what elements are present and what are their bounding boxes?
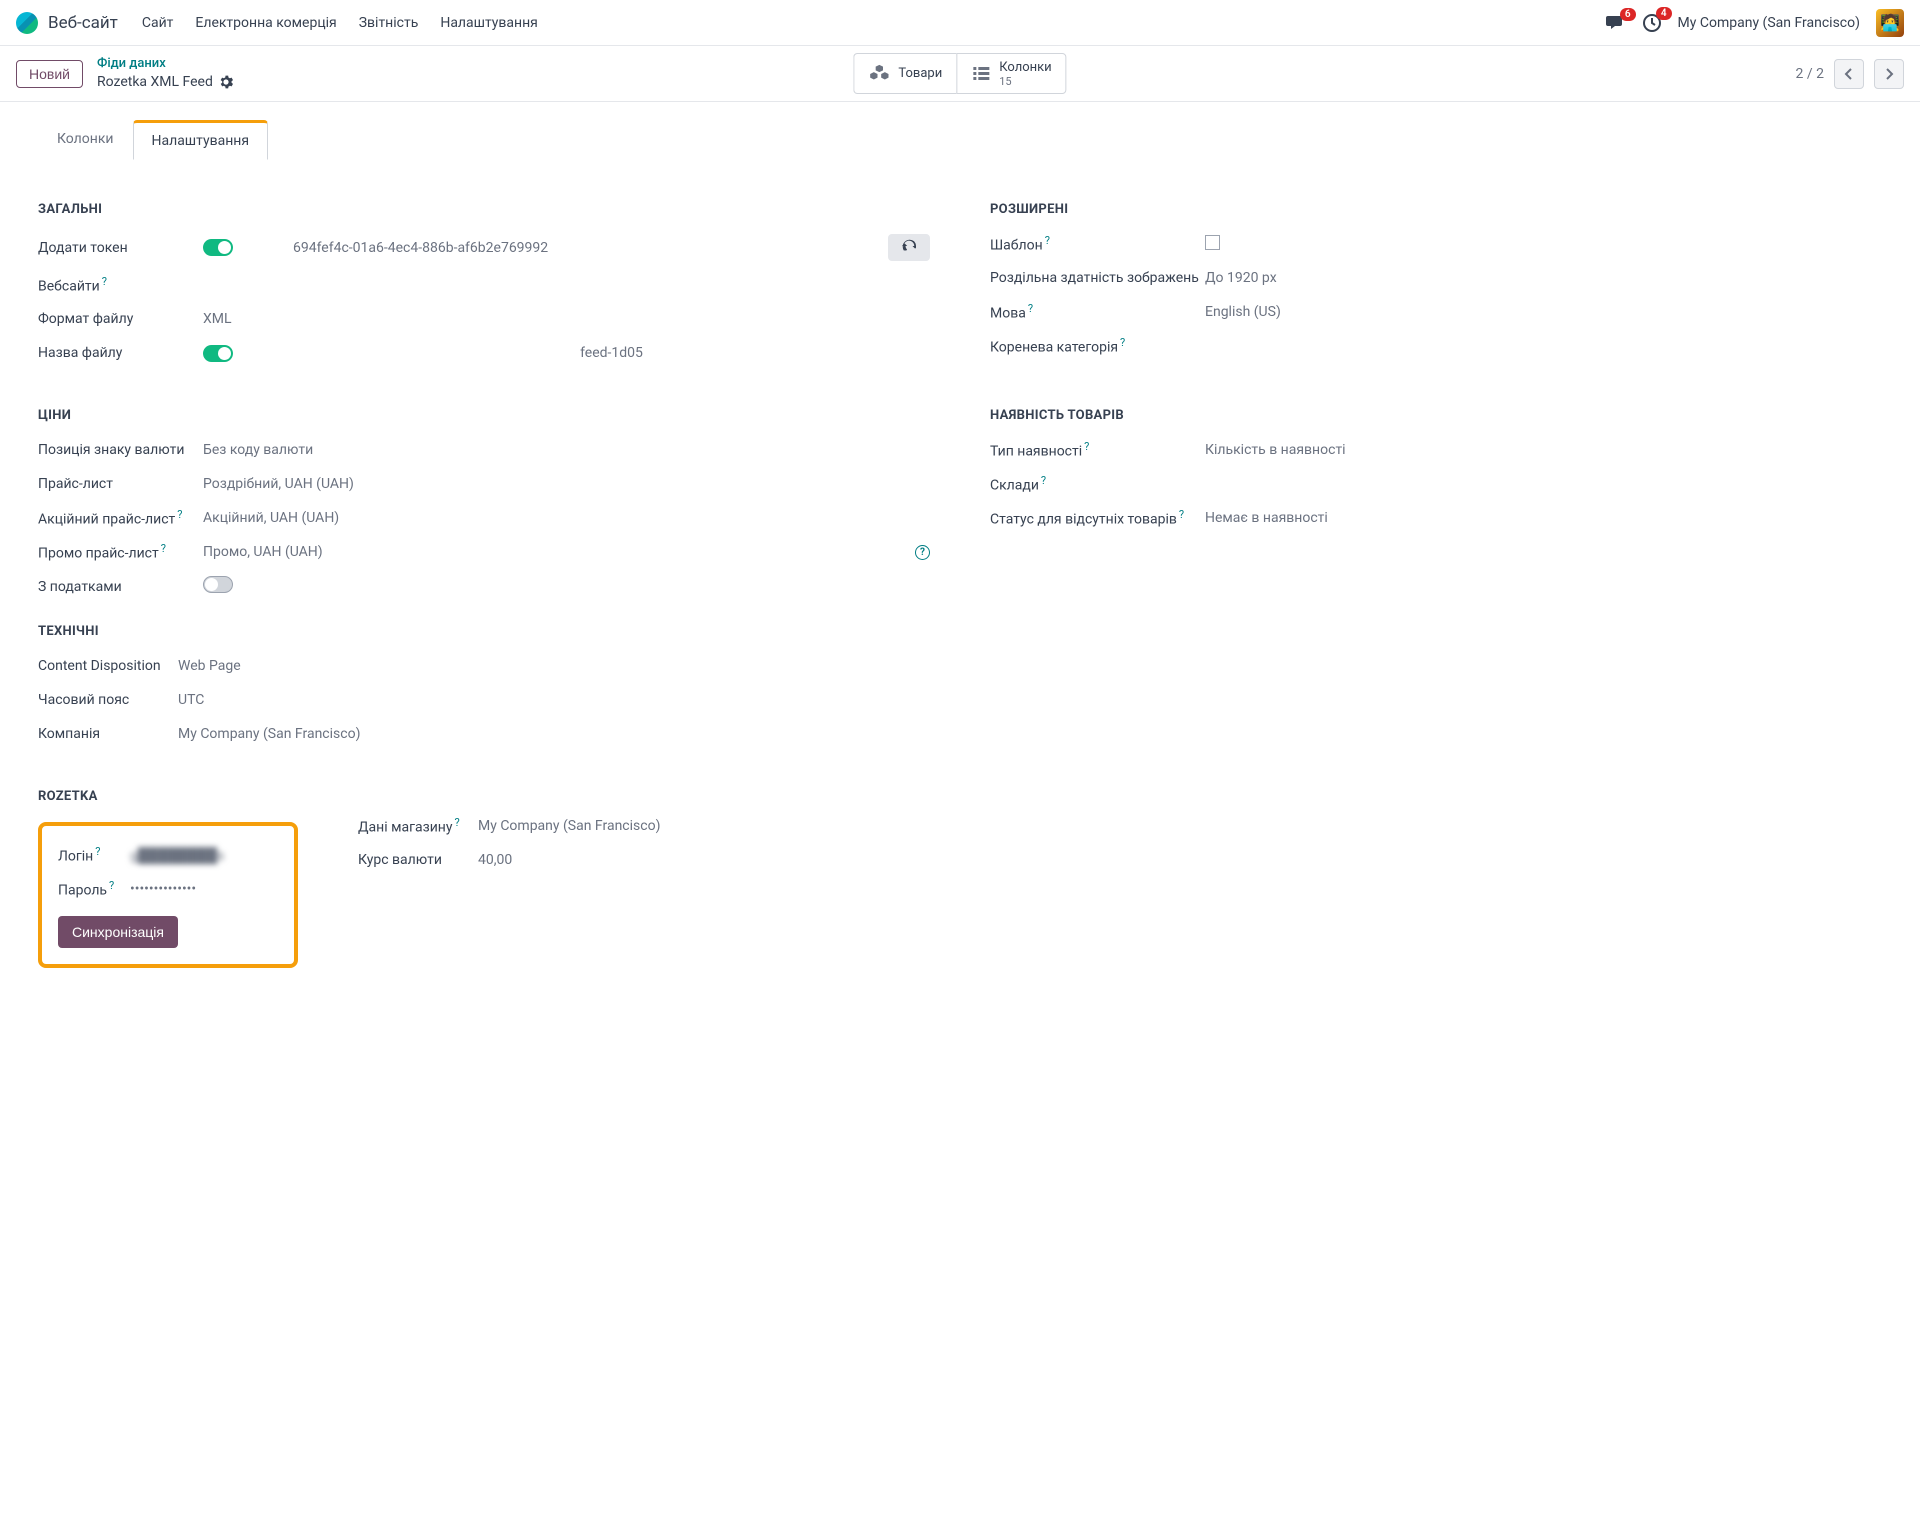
refresh-icon xyxy=(902,239,916,253)
page-prev[interactable] xyxy=(1834,59,1864,89)
help-warehouses[interactable]: ? xyxy=(1041,474,1046,487)
label-curr-pos: Позиція знаку валюти xyxy=(38,442,203,458)
value-login[interactable]: g████████s xyxy=(130,847,278,864)
nav-site[interactable]: Сайт xyxy=(142,15,174,31)
label-cd: Content Disposition xyxy=(38,658,178,674)
help-promo-pl[interactable]: ? xyxy=(161,542,166,555)
help-password[interactable]: ? xyxy=(109,879,114,892)
label-template: Шаблон xyxy=(990,238,1043,254)
page-indicator[interactable]: 2 / 2 xyxy=(1796,66,1824,82)
token-value: 694fef4c-01a6-4ec4-886b-af6b2e769992 xyxy=(293,240,878,256)
label-promo-pricelist: Промо прайс-лист xyxy=(38,546,159,562)
label-add-token: Додати токен xyxy=(38,240,203,256)
value-img-res[interactable]: До 1920 px xyxy=(1205,270,1882,286)
products-button[interactable]: Товари xyxy=(853,53,956,94)
toggle-tax[interactable] xyxy=(203,576,233,593)
help-template[interactable]: ? xyxy=(1045,234,1050,247)
help-sale-pl[interactable]: ? xyxy=(177,508,182,521)
value-sale-pricelist[interactable]: Акційний, UAH (UAH) xyxy=(203,510,930,526)
activity-badge: 4 xyxy=(1656,7,1672,20)
value-company[interactable]: My Company (San Francisco) xyxy=(178,726,1882,742)
help-oos[interactable]: ? xyxy=(1179,508,1184,521)
value-tz[interactable]: UTC xyxy=(178,692,1882,708)
value-store-data[interactable]: My Company (San Francisco) xyxy=(478,818,1882,834)
activity-icon[interactable]: 4 xyxy=(1642,13,1662,33)
label-lang: Мова xyxy=(990,306,1026,322)
checkbox-template[interactable] xyxy=(1205,235,1220,250)
refresh-token-button[interactable] xyxy=(888,234,930,261)
label-sale-pricelist: Акційний прайс-лист xyxy=(38,512,175,528)
label-avail-type: Тип наявності xyxy=(990,444,1082,460)
help-login[interactable]: ? xyxy=(95,845,100,858)
highlight-rozetka-credentials: Логін? g████████s Пароль? ••••••••••••••… xyxy=(38,822,298,968)
logo xyxy=(16,12,38,34)
sync-button[interactable]: Синхронізація xyxy=(58,916,178,948)
value-file-name[interactable]: feed-1d05 xyxy=(293,345,930,361)
label-img-res: Роздільна здатність зображень xyxy=(990,270,1205,286)
heading-prices: ЦІНИ xyxy=(38,408,930,423)
list-icon xyxy=(971,64,991,84)
help-circle-promo[interactable]: ? xyxy=(915,545,930,560)
label-warehouses: Склади xyxy=(990,478,1039,494)
toggle-file-name[interactable] xyxy=(203,345,233,362)
help-store-data[interactable]: ? xyxy=(454,816,459,829)
heading-advanced: РОЗШИРЕНІ xyxy=(990,202,1882,217)
help-avail-type[interactable]: ? xyxy=(1084,440,1089,453)
label-file-format: Формат файлу xyxy=(38,311,203,327)
columns-button[interactable]: Колонки 15 xyxy=(956,53,1066,94)
value-avail-type[interactable]: Кількість в наявності xyxy=(1205,442,1882,458)
value-rate[interactable]: 40,00 xyxy=(478,852,1882,868)
gear-icon[interactable] xyxy=(219,75,233,89)
value-lang[interactable]: English (US) xyxy=(1205,304,1882,320)
heading-rozetka: ROZETKA xyxy=(38,789,298,804)
label-store-data: Дані магазину xyxy=(358,820,452,836)
toggle-add-token[interactable] xyxy=(203,239,233,256)
label-root-cat: Коренева категорія xyxy=(990,340,1118,356)
label-oos: Статус для відсутніх товарів xyxy=(990,512,1177,528)
help-root-cat[interactable]: ? xyxy=(1120,336,1125,349)
chat-icon[interactable]: 6 xyxy=(1606,14,1626,32)
chevron-right-icon xyxy=(1884,68,1894,80)
label-file-name: Назва файлу xyxy=(38,345,203,361)
value-password[interactable]: •••••••••••••• xyxy=(130,881,278,897)
label-password: Пароль xyxy=(58,883,107,899)
heading-general: ЗАГАЛЬНІ xyxy=(38,202,930,217)
chat-badge: 6 xyxy=(1620,8,1636,21)
breadcrumb-parent[interactable]: Фіди даних xyxy=(97,56,233,73)
label-tax: З податками xyxy=(38,579,203,595)
avatar[interactable]: 🧑‍💻 xyxy=(1876,9,1904,37)
heading-technical: ТЕХНІЧНІ xyxy=(38,624,1882,639)
value-promo-pricelist[interactable]: Промо, UAH (UAH) xyxy=(203,544,323,560)
label-rate: Курс валюти xyxy=(358,852,478,868)
help-lang[interactable]: ? xyxy=(1028,302,1033,315)
page-next[interactable] xyxy=(1874,59,1904,89)
nav-ecommerce[interactable]: Електронна комерція xyxy=(195,15,336,31)
breadcrumb: Фіди даних Rozetka XML Feed xyxy=(97,56,233,91)
breadcrumb-current: Rozetka XML Feed xyxy=(97,73,213,91)
label-websites: Вебсайти xyxy=(38,279,100,295)
value-file-format[interactable]: XML xyxy=(203,311,930,327)
heading-stock: НАЯВНІСТЬ ТОВАРІВ xyxy=(990,408,1882,423)
nav-reports[interactable]: Звітність xyxy=(359,15,419,31)
value-curr-pos[interactable]: Без коду валюти xyxy=(203,442,930,458)
help-websites[interactable]: ? xyxy=(102,275,107,288)
value-pricelist[interactable]: Роздрібний, UAH (UAH) xyxy=(203,476,930,492)
tab-settings[interactable]: Налаштування xyxy=(133,120,269,160)
label-pricelist: Прайс-лист xyxy=(38,476,203,492)
company-selector[interactable]: My Company (San Francisco) xyxy=(1678,15,1860,31)
boxes-icon xyxy=(868,63,890,85)
value-oos[interactable]: Немає в наявності xyxy=(1205,510,1882,526)
label-login: Логін xyxy=(58,849,93,865)
app-name[interactable]: Веб-сайт xyxy=(48,13,118,33)
label-tz: Часовий пояс xyxy=(38,692,178,708)
nav-settings[interactable]: Налаштування xyxy=(440,15,538,31)
new-button[interactable]: Новий xyxy=(16,60,83,88)
label-company: Компанія xyxy=(38,726,178,742)
chevron-left-icon xyxy=(1844,68,1854,80)
tab-columns[interactable]: Колонки xyxy=(38,120,133,160)
value-cd[interactable]: Web Page xyxy=(178,658,1882,674)
